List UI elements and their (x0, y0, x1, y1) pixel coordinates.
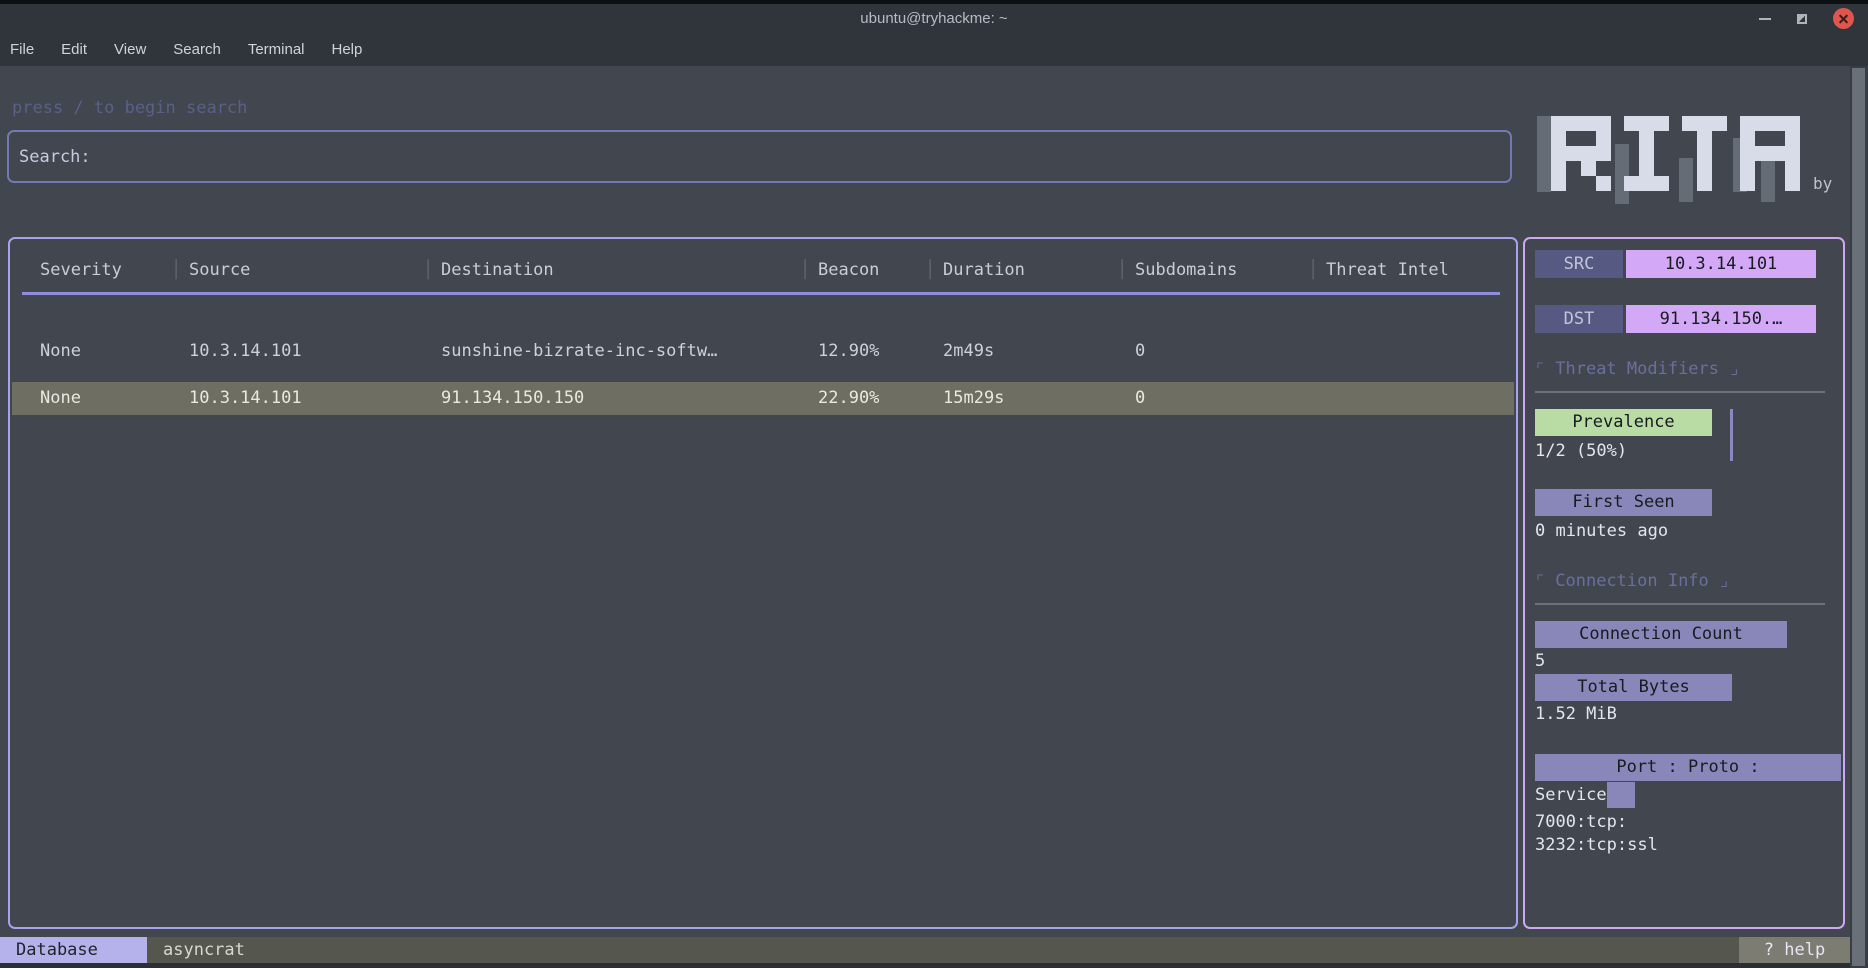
table-header: Severity │Source │Destination │Beacon │D… (10, 257, 1516, 283)
search-input[interactable]: Search: (7, 130, 1512, 183)
database-value: asyncrat (163, 937, 245, 963)
bottom-edge (0, 963, 1868, 968)
statusbar: Database asyncrat ? help (0, 937, 1850, 963)
menu-terminal[interactable]: Terminal (248, 41, 305, 58)
connection-count-value: 5 (1535, 651, 1545, 671)
bracket-right: ⌟ (1729, 359, 1739, 379)
search-label: Search: (19, 147, 91, 167)
column-header-source: │Source (189, 257, 441, 283)
modifier-scroll-indicator[interactable] (1730, 409, 1733, 461)
prevalence-value: 1/2 (50%) (1535, 441, 1627, 461)
minimize-icon[interactable] (1759, 18, 1771, 20)
service-label: Service (1535, 785, 1607, 805)
threat-modifiers-title: ⌜Threat Modifiers⌟ (1535, 359, 1739, 379)
table-row[interactable]: None 10.3.14.101 sunshine-bizrate-inc-so… (12, 335, 1514, 368)
badge-wrap-block (1607, 782, 1635, 808)
cell-subdomains: 0 (1135, 382, 1326, 415)
column-header-severity: Severity (40, 257, 189, 283)
window-controls (1759, 8, 1854, 29)
database-badge[interactable]: Database (0, 937, 147, 963)
menu-file[interactable]: File (10, 41, 34, 58)
rita-logo: by (1537, 112, 1837, 202)
prevalence-badge: Prevalence (1535, 409, 1712, 436)
close-icon[interactable] (1833, 8, 1854, 29)
logo-glitch-bar (1537, 116, 1551, 192)
src-label: SRC (1535, 250, 1623, 278)
port-proto-value: 7000:tcp: (1535, 812, 1627, 832)
menu-search[interactable]: Search (173, 41, 221, 58)
cell-subdomains: 0 (1135, 335, 1326, 368)
restore-icon[interactable] (1797, 14, 1807, 24)
column-header-threat-intel: │Threat Intel (1326, 257, 1516, 283)
port-proto-badge-wrap: Service (1535, 782, 1635, 808)
src-row: SRC 10.3.14.101 (1535, 250, 1816, 278)
total-bytes-value: 1.52 MiB (1535, 704, 1617, 724)
cell-duration: 2m49s (943, 335, 1135, 368)
results-table-panel: Severity │Source │Destination │Beacon │D… (8, 237, 1518, 929)
src-value: 10.3.14.101 (1626, 250, 1816, 278)
first-seen-badge: First Seen (1535, 489, 1712, 516)
menubar: File Edit View Search Terminal Help (0, 33, 1868, 66)
total-bytes-badge: Total Bytes (1535, 674, 1732, 701)
cell-source: 10.3.14.101 (189, 382, 441, 415)
cell-destination: 91.134.150.150 (441, 382, 818, 415)
column-divider: │ (1117, 257, 1127, 283)
column-divider: │ (171, 257, 181, 283)
cell-threat-intel (1326, 382, 1514, 415)
column-header-subdomains: │Subdomains (1135, 257, 1326, 283)
cell-source: 10.3.14.101 (189, 335, 441, 368)
menu-view[interactable]: View (114, 41, 146, 58)
column-divider: │ (423, 257, 433, 283)
bracket-right: ⌟ (1719, 571, 1729, 591)
logo-by-text: by (1813, 174, 1832, 193)
menu-help[interactable]: Help (332, 41, 363, 58)
dst-value: 91.134.150.… (1626, 305, 1816, 333)
scrollbar-thumb[interactable] (1852, 68, 1865, 966)
rita-logo-letters (1551, 116, 1800, 191)
cell-threat-intel (1326, 335, 1514, 368)
cell-destination: sunshine-bizrate-inc-softw… (441, 335, 818, 368)
table-row-selected[interactable]: None 10.3.14.101 91.134.150.150 22.90% 1… (12, 382, 1514, 415)
cell-duration: 15m29s (943, 382, 1135, 415)
cell-severity: None (40, 335, 189, 368)
search-hint: press / to begin search (12, 98, 247, 118)
details-sidebar: SRC 10.3.14.101 DST 91.134.150.… ⌜Threat… (1523, 237, 1845, 929)
terminal-window: ubuntu@tryhackme: ~ File Edit View Searc… (0, 0, 1868, 968)
column-header-destination: │Destination (441, 257, 818, 283)
connection-count-badge: Connection Count (1535, 621, 1787, 648)
cell-beacon: 12.90% (818, 335, 943, 368)
scrollbar[interactable] (1850, 66, 1868, 968)
column-divider: │ (925, 257, 935, 283)
window-title: ubuntu@tryhackme: ~ (0, 4, 1868, 33)
column-divider: │ (1308, 257, 1318, 283)
cell-beacon: 22.90% (818, 382, 943, 415)
bracket-left: ⌜ (1535, 359, 1545, 379)
port-proto-badge: Port : Proto : (1535, 754, 1841, 781)
dst-row: DST 91.134.150.… (1535, 305, 1816, 333)
header-underline (22, 292, 1500, 295)
column-divider: │ (800, 257, 810, 283)
section-divider (1535, 603, 1825, 605)
section-divider (1535, 391, 1825, 393)
dst-label: DST (1535, 305, 1623, 333)
first-seen-value: 0 minutes ago (1535, 521, 1668, 541)
connection-info-title: ⌜Connection Info⌟ (1535, 571, 1729, 591)
bracket-left: ⌜ (1535, 571, 1545, 591)
help-button[interactable]: ? help (1739, 937, 1850, 963)
menu-edit[interactable]: Edit (61, 41, 87, 58)
port-proto-value: 3232:tcp:ssl (1535, 835, 1658, 855)
column-header-duration: │Duration (943, 257, 1135, 283)
cell-severity: None (40, 382, 189, 415)
